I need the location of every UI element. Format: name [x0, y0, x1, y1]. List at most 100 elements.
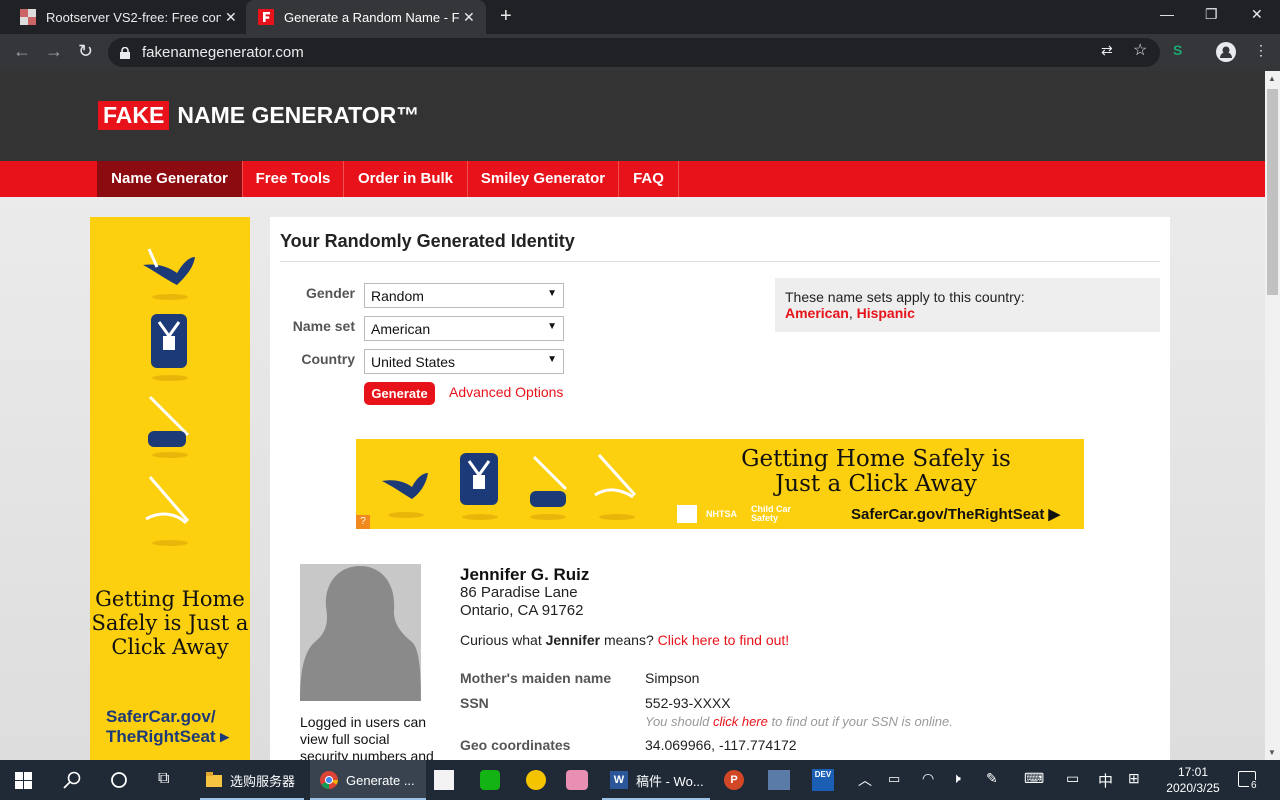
country-value: United States — [371, 354, 456, 370]
extension-s-icon[interactable]: S — [1173, 42, 1182, 58]
search-icon[interactable] — [63, 771, 81, 789]
pen-icon[interactable]: ✎ — [986, 770, 998, 787]
battery-icon[interactable]: ▭ — [888, 771, 900, 787]
infant-seat-icon — [382, 473, 428, 518]
menu-free-tools[interactable]: Free Tools — [243, 161, 344, 197]
gender-value: Random — [371, 288, 424, 304]
avatar — [300, 564, 421, 701]
chevron-up-icon[interactable]: ︿ — [858, 770, 872, 790]
ime-indicator[interactable]: 中 — [1098, 770, 1113, 791]
site-logo[interactable]: FAKE NAME GENERATOR™ — [98, 101, 419, 130]
desktop-icon[interactable]: ▭ — [1066, 770, 1079, 787]
system-clock[interactable]: 17:01 2020/3/25 — [1160, 764, 1226, 796]
generate-button[interactable]: Generate — [364, 382, 435, 405]
info-text: These name sets apply to this country: — [785, 289, 1025, 305]
windows-taskbar: ⧉ 选购服务器 Generate ... W 稿件 - Wo... P DEV … — [0, 760, 1280, 800]
menu-faq[interactable]: FAQ — [619, 161, 679, 197]
back-icon[interactable]: ← — [13, 41, 31, 62]
advanced-options-link[interactable]: Advanced Options — [449, 384, 563, 400]
cortana-icon[interactable] — [110, 771, 128, 789]
menu-name-generator[interactable]: Name Generator — [97, 161, 243, 197]
keyboard-icon[interactable]: ⌨ — [1024, 770, 1044, 787]
powerpoint-icon[interactable]: P — [724, 770, 744, 790]
scroll-down-icon[interactable]: ▼ — [1268, 748, 1276, 757]
chrome-icon — [320, 771, 338, 789]
note-text: to find out if your SSN is online. — [767, 714, 953, 729]
ssn-check-link[interactable]: click here — [713, 714, 768, 729]
close-window-icon[interactable]: ✕ — [1251, 6, 1263, 23]
bilibili-icon[interactable] — [566, 770, 588, 790]
network-app-icon[interactable] — [768, 770, 790, 790]
minimize-icon[interactable]: — — [1160, 6, 1174, 22]
tab-title: Generate a Random Name - Fa — [284, 9, 459, 25]
logo-text: NAME GENERATOR™ — [177, 102, 420, 128]
scroll-up-icon[interactable]: ▲ — [1268, 74, 1276, 83]
clock-time: 17:01 — [1177, 765, 1209, 779]
star-icon[interactable]: ☆ — [1133, 40, 1147, 60]
tab-close-icon[interactable]: ✕ — [225, 9, 237, 26]
page-title: Your Randomly Generated Identity — [280, 231, 575, 251]
nameset-link-hispanic[interactable]: Hispanic — [857, 305, 915, 321]
store-icon[interactable] — [434, 770, 454, 790]
f-favicon — [258, 9, 274, 25]
curious-text: Curious what — [460, 632, 546, 648]
wechat-icon[interactable] — [480, 770, 500, 790]
nameset-link-american[interactable]: American — [785, 305, 849, 321]
folder-icon — [206, 772, 222, 787]
checker-favicon — [20, 9, 36, 25]
curious-text: means? — [600, 632, 658, 648]
wifi-icon[interactable]: ◠ — [922, 770, 934, 787]
main-menu: Name Generator Free Tools Order in Bulk … — [0, 161, 1265, 197]
nameset-select[interactable]: American ▼ — [364, 316, 564, 341]
task-view-icon[interactable]: ⧉ — [158, 770, 169, 788]
side-advertisement[interactable]: Getting Home Safely is Just a Click Away… — [90, 217, 250, 760]
page-scrollbar[interactable]: ▲ ▼ — [1265, 71, 1280, 760]
ad-info-icon[interactable]: ? — [356, 515, 370, 529]
seat-belt-icon — [594, 453, 637, 520]
geo-coordinates-link[interactable]: 34.069966, -117.774172 — [645, 737, 797, 753]
banner-url: SaferCar.gov/TheRightSeat ▶ — [851, 506, 1061, 523]
menu-order-in-bulk[interactable]: Order in Bulk — [344, 161, 468, 197]
url-text: fakenamegenerator.com — [142, 44, 304, 61]
profile-icon[interactable] — [1216, 42, 1236, 62]
reload-icon[interactable]: ↻ — [78, 41, 93, 62]
curious-name: Jennifer — [545, 632, 601, 648]
seat-belt-icon — [145, 476, 190, 546]
app-icon[interactable] — [526, 770, 546, 790]
tab-rootserver[interactable]: Rootserver VS2-free: Free cont ✕ — [8, 0, 244, 34]
country-select[interactable]: United States ▼ — [364, 349, 564, 374]
browser-toolbar: ← → ↻ fakenamegenerator.com ⇄ ☆ S ⋮ — [0, 34, 1280, 71]
taskbar-explorer[interactable]: 选购服务器 — [200, 760, 304, 800]
name-sets-info: These name sets apply to this country: A… — [775, 278, 1160, 332]
name-meaning-link[interactable]: Click here to find out! — [658, 632, 790, 648]
banner-advertisement[interactable]: Getting Home Safely is Just a Click Away… — [356, 439, 1084, 529]
menu-smiley-generator[interactable]: Smiley Generator — [468, 161, 619, 197]
separator: , — [848, 305, 857, 321]
gender-select[interactable]: Random ▼ — [364, 283, 564, 308]
chevron-down-icon: ▼ — [547, 321, 557, 332]
windows-start-icon[interactable] — [15, 772, 32, 789]
ime-mode-icon[interactable]: ⊞ — [1128, 770, 1140, 787]
new-tab-button[interactable]: + — [500, 5, 512, 28]
side-ad-url[interactable]: SaferCar.gov/ TheRightSeat ▸ — [106, 707, 250, 747]
menu-dots-icon[interactable]: ⋮ — [1254, 42, 1268, 59]
dev-icon[interactable]: DEV — [812, 769, 834, 791]
volume-icon[interactable]: 🕨 — [952, 770, 961, 787]
tab-fake-name-generator[interactable]: Generate a Random Name - Fa ✕ — [246, 0, 486, 34]
child-car-safety-logo: Child Car Safety — [751, 504, 792, 523]
taskbar-word[interactable]: W 稿件 - Wo... — [602, 760, 710, 800]
ssn-label: SSN — [460, 695, 489, 711]
name-meaning-line: Curious what Jennifer means? Click here … — [460, 632, 789, 648]
translate-icon[interactable]: ⇄ — [1101, 42, 1113, 59]
taskbar-label: 稿件 - Wo... — [636, 773, 704, 789]
forward-icon[interactable]: → — [45, 41, 63, 62]
nameset-value: American — [371, 321, 431, 337]
address-line-2: Ontario, CA 91762 — [460, 602, 584, 619]
tab-close-icon[interactable]: ✕ — [463, 9, 475, 26]
restore-icon[interactable]: ❐ — [1205, 6, 1218, 23]
address-bar[interactable]: fakenamegenerator.com — [108, 38, 1160, 67]
taskbar-chrome[interactable]: Generate ... — [310, 760, 426, 800]
nhtsa-logo: NHTSA — [706, 509, 737, 519]
logo-fake: FAKE — [98, 101, 170, 130]
scrollbar-thumb[interactable] — [1267, 89, 1278, 295]
